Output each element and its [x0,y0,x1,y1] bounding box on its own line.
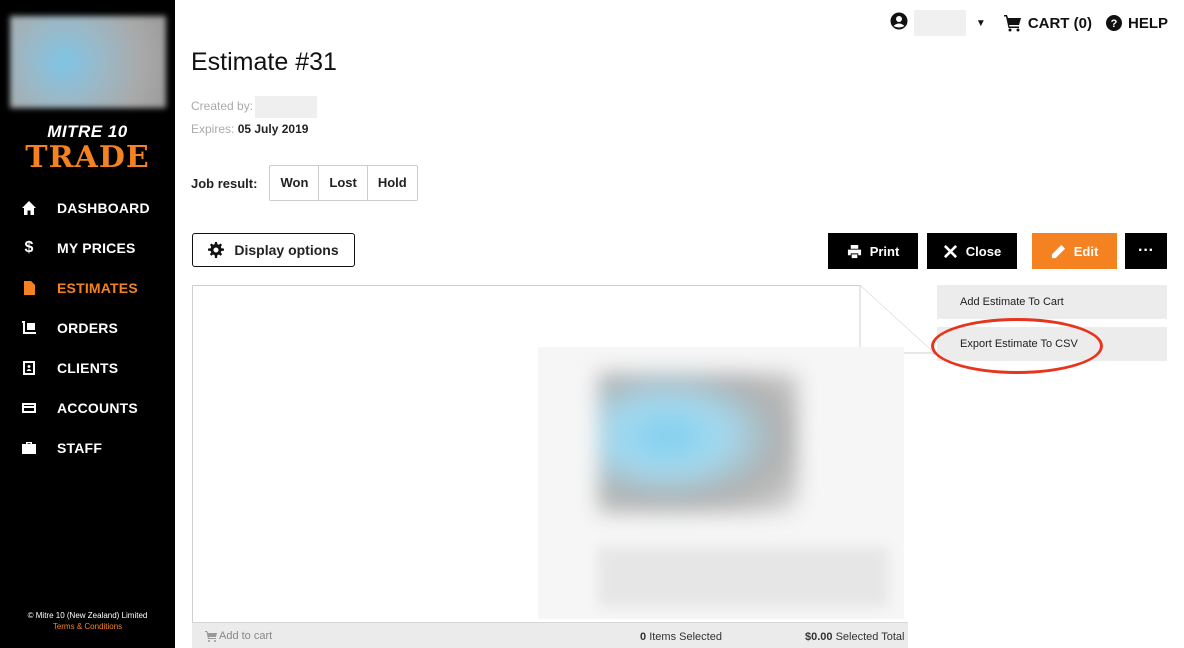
display-options-button[interactable]: Display options [192,233,355,267]
menu-item-add-estimate-to-cart[interactable]: Add Estimate To Cart [937,285,1167,319]
home-icon [20,199,38,217]
cart-label: CART (0) [1027,14,1092,32]
user-icon[interactable] [890,12,908,34]
created-by-row: Created by: [191,96,318,118]
sidebar-item-label: DASHBOARD [57,200,150,216]
items-label: Items Selected [649,631,722,643]
sidebar-item-label: ACCOUNTS [57,400,138,416]
sidebar-item-accounts[interactable]: ACCOUNTS [0,388,175,428]
sidebar-item-label: CLIENTS [57,360,119,376]
sidebar-item-label: STAFF [57,440,103,456]
help-link[interactable]: ? HELP [1105,14,1168,32]
trolley-icon [20,319,38,337]
page-title: Estimate #31 [191,48,337,76]
expires-value: 05 July 2019 [237,122,309,136]
sidebar-item-label: MY PRICES [57,240,136,256]
print-label: Print [869,243,900,259]
edit-label: Edit [1073,243,1099,259]
items-count: 0 [640,631,647,643]
top-bar: ▼ CART (0) ? HELP [890,10,1168,36]
contact-card-icon [20,359,38,377]
sidebar-item-label: ORDERS [57,320,119,336]
add-to-cart-label: Add to cart [219,630,273,642]
copyright-text: © Mitre 10 (New Zealand) Limited [27,611,148,620]
sidebar-item-orders[interactable]: ORDERS [0,308,175,348]
total-value: $0.00 [805,631,833,643]
total-label: Selected Total [835,631,905,643]
chevron-down-icon[interactable]: ▼ [976,18,986,29]
more-options-menu: Add Estimate To Cart Export Estimate To … [937,285,1167,369]
document-icon [20,279,38,297]
close-button[interactable]: Close [927,233,1017,269]
sidebar-item-dashboard[interactable]: DASHBOARD [0,188,175,228]
redacted-logo-image [10,16,166,108]
cart-link[interactable]: CART (0) [1003,14,1092,32]
document-selection-footer: Add to cart 0 Items Selected $0.00 Selec… [192,622,908,648]
job-result-lost-button[interactable]: Lost [319,166,368,200]
pencil-icon [1051,244,1065,258]
cart-icon [1003,15,1021,32]
expires-label: Expires: [191,122,235,136]
help-icon: ? [1105,15,1122,31]
sidebar-item-staff[interactable]: STAFF [0,428,175,468]
job-result: Job result: Won Lost Hold [191,165,418,201]
printer-icon [847,244,861,258]
sidebar-nav: DASHBOARD $ MY PRICES ESTIMATES ORDERS C… [0,188,175,468]
sidebar: MITRE 10 TRADE DASHBOARD $ MY PRICES EST… [0,0,175,648]
display-options-label: Display options [234,242,339,258]
sidebar-footer: © Mitre 10 (New Zealand) Limited Terms &… [0,610,175,632]
job-result-label: Job result: [191,175,258,191]
job-result-won-button[interactable]: Won [270,166,320,200]
dollar-icon: $ [24,239,34,256]
help-label: HELP [1127,14,1168,32]
redacted-document-content [538,347,904,619]
expires-row: Expires: 05 July 2019 [191,122,308,136]
terms-link[interactable]: Terms & Conditions [0,621,175,632]
sidebar-item-estimates[interactable]: ESTIMATES [0,268,175,308]
redacted-username[interactable] [913,10,966,36]
close-icon [943,244,957,258]
more-options-button[interactable]: ··· [1125,233,1167,269]
sidebar-item-my-prices[interactable]: $ MY PRICES [0,228,175,268]
redacted-creator [255,96,318,118]
briefcase-icon [20,439,38,457]
items-selected: 0 Items Selected [640,631,722,643]
job-result-segmented-control: Won Lost Hold [269,165,418,201]
credit-card-icon [20,399,38,417]
menu-item-export-estimate-to-csv[interactable]: Export Estimate To CSV [937,327,1167,361]
created-by-label: Created by: [191,99,254,114]
sidebar-item-clients[interactable]: CLIENTS [0,348,175,388]
cart-icon [205,631,217,642]
close-label: Close [965,243,1002,259]
job-result-hold-button[interactable]: Hold [368,166,417,200]
sidebar-item-label: ESTIMATES [57,280,138,296]
brand-mitre10: MITRE 10 [47,122,128,141]
edit-button[interactable]: Edit [1032,233,1117,269]
add-to-cart-link[interactable]: Add to cart [205,630,272,642]
more-icon: ··· [1138,242,1154,259]
svg-text:?: ? [1111,18,1118,30]
print-button[interactable]: Print [828,233,918,269]
brand-trade: TRADE [25,140,150,175]
selected-total: $0.00 Selected Total [805,631,905,643]
estimate-document-preview: Add to cart 0 Items Selected $0.00 Selec… [192,285,935,648]
gear-icon [208,242,225,258]
